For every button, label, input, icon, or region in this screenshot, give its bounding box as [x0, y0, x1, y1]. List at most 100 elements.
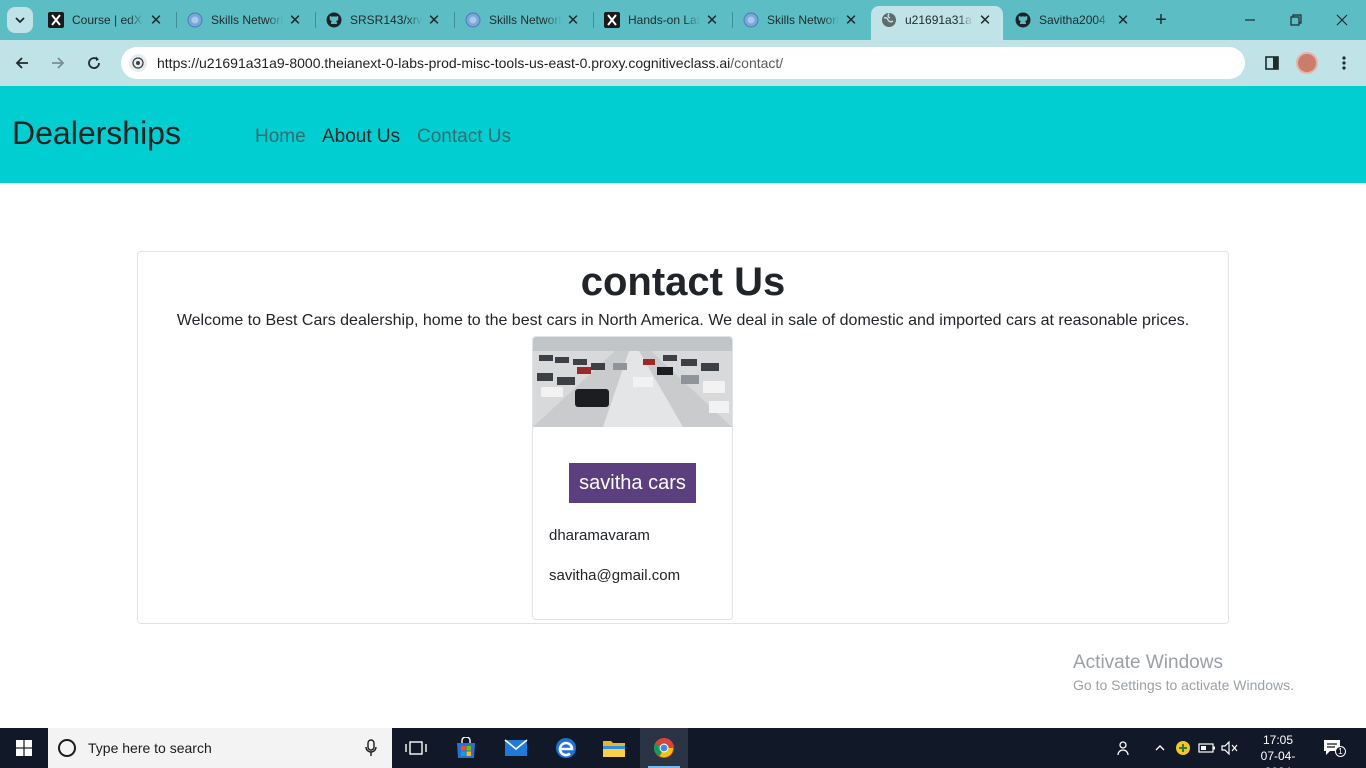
file-explorer-button[interactable]	[590, 728, 638, 768]
avatar	[1296, 52, 1318, 74]
tab-title: u21691a31a9	[905, 13, 973, 27]
forward-button[interactable]	[46, 51, 70, 75]
edx-icon	[604, 12, 620, 28]
site-brand[interactable]: Dealerships	[12, 115, 181, 152]
url-path: /contact/	[730, 55, 784, 71]
close-tab-icon[interactable]: ✕	[843, 12, 859, 29]
folder-icon	[603, 741, 625, 757]
tab-search-button[interactable]	[7, 7, 33, 33]
dealer-email: savitha@gmail.com	[549, 567, 681, 584]
reload-button[interactable]	[82, 51, 106, 75]
url-text[interactable]: https://u21691a31a9-8000.theianext-0-lab…	[157, 55, 783, 71]
close-tab-icon[interactable]: ✕	[565, 12, 581, 29]
volume-muted-icon[interactable]	[1220, 738, 1240, 758]
globe-icon	[881, 12, 897, 28]
notification-center-button[interactable]: 1	[1322, 738, 1346, 758]
url-host: https://u21691a31a9-8000.theianext-0-lab…	[157, 55, 731, 71]
close-tab-icon[interactable]: ✕	[148, 12, 164, 29]
security-status-icon[interactable]	[1173, 738, 1193, 758]
search-placeholder: Type here to search	[88, 740, 212, 756]
mail-icon	[504, 739, 528, 756]
github-icon	[326, 12, 342, 28]
new-tab-button[interactable]: +	[1150, 9, 1172, 31]
address-bar[interactable]: https://u21691a31a9-8000.theianext-0-lab…	[121, 47, 1245, 79]
chrome-taskbar-button[interactable]	[640, 728, 688, 768]
close-window-button[interactable]	[1330, 8, 1354, 32]
people-icon[interactable]	[1114, 738, 1134, 758]
tab-course-edx[interactable]: Course | edX ✕	[38, 6, 174, 34]
microphone-icon[interactable]	[364, 739, 378, 757]
taskbar-search-box[interactable]: Type here to search	[48, 728, 392, 768]
tab-title: Course | edX	[72, 13, 142, 27]
globe-icon	[465, 12, 481, 28]
side-panel-button[interactable]	[1260, 51, 1284, 75]
browser-menu-button[interactable]	[1332, 51, 1356, 75]
globe-icon	[743, 12, 759, 28]
restore-icon	[1290, 14, 1302, 26]
nav-about-us[interactable]: About Us	[322, 126, 400, 148]
chevron-up-icon[interactable]	[1150, 738, 1170, 758]
tab-active-contact[interactable]: u21691a31a9 ✕	[871, 6, 1003, 40]
system-clock[interactable]: 17:05 07-04-2024	[1250, 732, 1306, 768]
store-icon	[457, 737, 475, 758]
nav-home[interactable]: Home	[255, 126, 306, 148]
back-button[interactable]	[10, 51, 34, 75]
arrow-left-icon	[15, 57, 28, 69]
close-tab-icon[interactable]: ✕	[287, 12, 303, 29]
reload-icon	[88, 56, 100, 69]
close-tab-icon[interactable]: ✕	[977, 12, 993, 29]
tab-title: Hands-on Lab	[628, 13, 700, 27]
cortana-icon	[58, 739, 76, 757]
task-view-button[interactable]	[392, 728, 440, 768]
close-tab-icon[interactable]: ✕	[1115, 12, 1131, 29]
windows-taskbar: Type here to search 17:05 07-04-2024	[0, 728, 1366, 768]
arrow-right-icon	[52, 57, 65, 69]
clock-time: 17:05	[1262, 733, 1294, 747]
tab-title: SRSR143/xrwvm	[350, 13, 422, 27]
dealership-image	[533, 337, 732, 427]
tab-skills-network-1[interactable]: Skills Network ✕	[177, 6, 313, 34]
dealer-card: savitha cars dharamavaram savitha@gmail.…	[532, 336, 733, 620]
start-button[interactable]	[0, 728, 48, 768]
battery-icon[interactable]	[1197, 738, 1217, 758]
task-view-icon	[405, 741, 427, 755]
minimize-icon	[1245, 19, 1255, 21]
activation-watermark-subtitle: Go to Settings to activate Windows.	[1073, 677, 1294, 693]
tab-skills-network-2[interactable]: Skills Network ✕	[455, 6, 591, 34]
edge-icon	[556, 738, 576, 758]
nav-contact-us[interactable]: Contact Us	[417, 126, 511, 148]
windows-logo-icon	[16, 740, 32, 756]
browser-toolbar: https://u21691a31a9-8000.theianext-0-lab…	[0, 40, 1366, 86]
chrome-icon	[653, 738, 674, 758]
restore-button[interactable]	[1284, 8, 1308, 32]
globe-icon	[187, 12, 203, 28]
minimize-button[interactable]	[1238, 8, 1262, 32]
activation-watermark-title: Activate Windows	[1073, 652, 1223, 673]
github-icon	[1015, 12, 1031, 28]
tab-strip: Course | edX ✕ Skills Network ✕ SRSR143/…	[0, 0, 1366, 40]
site-navbar: Dealerships Home About Us Contact Us	[0, 86, 1366, 183]
mail-button[interactable]	[492, 728, 540, 768]
site-info-icon[interactable]	[129, 54, 147, 72]
tab-github-srsr[interactable]: SRSR143/xrwvm ✕	[316, 6, 452, 34]
tab-title: Skills Network	[767, 13, 839, 27]
dealer-location: dharamavaram	[549, 527, 650, 544]
contact-description: Welcome to Best Cars dealership, home to…	[176, 312, 1190, 329]
notification-count: 1	[1335, 746, 1346, 757]
tab-github-savitha[interactable]: Savitha2004 ✕	[1005, 6, 1141, 34]
profile-button[interactable]	[1295, 51, 1319, 75]
tab-title: Savitha2004	[1039, 13, 1106, 27]
microsoft-store-button[interactable]	[442, 728, 490, 768]
close-tab-icon[interactable]: ✕	[704, 12, 720, 29]
tab-skills-network-3[interactable]: Skills Network ✕	[733, 6, 869, 34]
clock-date: 07-04-2024	[1260, 749, 1296, 768]
page-title: contact Us	[580, 260, 786, 304]
close-tab-icon[interactable]: ✕	[426, 12, 442, 29]
more-vertical-icon	[1342, 56, 1346, 70]
side-panel-icon	[1265, 56, 1279, 70]
dealer-name-badge: savitha cars	[569, 463, 696, 503]
chevron-down-icon	[15, 17, 25, 24]
tab-hands-on-lab[interactable]: Hands-on Lab ✕	[594, 6, 730, 34]
close-icon	[1336, 14, 1348, 26]
edge-button[interactable]	[542, 728, 590, 768]
